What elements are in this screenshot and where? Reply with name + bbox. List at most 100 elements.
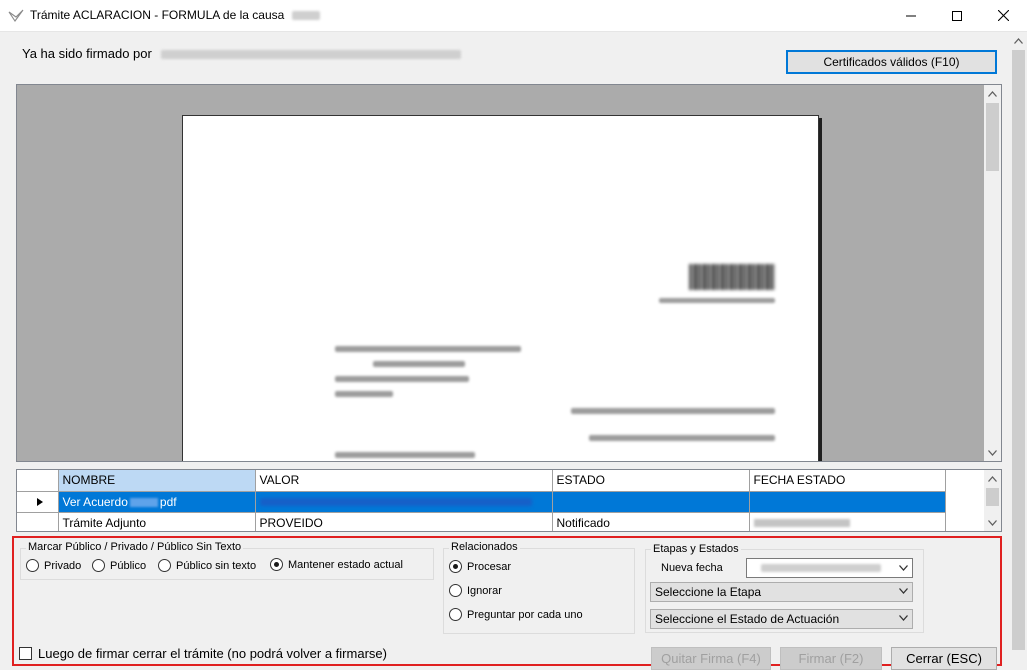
radio-label: Preguntar por cada uno <box>467 608 583 621</box>
table-row[interactable]: Trámite Adjunto PROVEIDO Notificado <box>17 512 946 531</box>
grid-table: NOMBRE VALOR ESTADO FECHA ESTADO Ver Acu… <box>17 470 946 531</box>
document-viewer[interactable] <box>16 84 1002 462</box>
table-row[interactable]: Ver Acuerdo pdf <box>17 491 946 513</box>
minimize-button[interactable] <box>888 0 934 31</box>
checkbox-label: Luego de firmar cerrar el trámite (no po… <box>38 646 387 661</box>
window-scroll-thumb[interactable] <box>1012 50 1025 650</box>
cell-nombre[interactable]: Ver Acuerdo pdf <box>58 491 256 513</box>
radio-indicator <box>26 559 39 572</box>
redacted-signer-name <box>161 50 462 60</box>
scroll-thumb[interactable] <box>986 103 999 171</box>
maximize-icon <box>952 10 962 21</box>
cell-estado[interactable] <box>552 491 750 513</box>
radio-indicator <box>449 584 462 597</box>
redacted-text-line <box>589 435 775 441</box>
redacted-text-line <box>571 408 775 414</box>
sign-button[interactable]: Firmar (F2) <box>780 647 882 670</box>
chevron-down-icon <box>899 615 908 621</box>
maximize-button[interactable] <box>934 0 980 31</box>
new-date-label: Nueva fecha <box>661 562 723 574</box>
stages-group-legend: Etapas y Estados <box>651 543 741 555</box>
close-window-button[interactable] <box>980 0 1026 31</box>
cell-nombre[interactable]: Trámite Adjunto <box>58 512 256 531</box>
redacted-text-line <box>335 391 393 397</box>
close-icon <box>997 10 1009 21</box>
cell-fecha-estado[interactable] <box>749 491 946 513</box>
signed-by-label: Ya ha sido firmado por <box>22 46 152 61</box>
redacted-text-line <box>659 298 775 303</box>
grid-scroll-up-button[interactable] <box>984 470 1001 487</box>
data-grid[interactable]: NOMBRE VALOR ESTADO FECHA ESTADO Ver Acu… <box>16 469 1002 532</box>
close-button[interactable]: Cerrar (ESC) <box>891 647 997 670</box>
grid-scroll-down-button[interactable] <box>984 514 1001 531</box>
close-after-sign-checkbox[interactable]: Luego de firmar cerrar el trámite (no po… <box>19 646 387 661</box>
grid-scroll-thumb[interactable] <box>986 488 999 506</box>
scroll-up-button[interactable] <box>984 85 1001 102</box>
grid-scrollbar[interactable] <box>984 470 1001 531</box>
remove-sign-button[interactable]: Quitar Firma (F4) <box>651 647 771 670</box>
current-row-arrow-icon <box>37 497 43 506</box>
radio-preguntar[interactable]: Preguntar por cada uno <box>449 608 583 621</box>
radio-indicator <box>449 608 462 621</box>
chevron-up-icon <box>988 90 997 97</box>
redacted-text-line <box>335 346 521 352</box>
redacted-case-number <box>291 11 320 21</box>
chevron-down-icon <box>899 588 908 594</box>
scroll-down-button[interactable] <box>984 444 1001 461</box>
row-header[interactable] <box>17 491 59 513</box>
redacted-date <box>753 519 850 528</box>
cell-valor[interactable]: PROVEIDO <box>255 512 553 531</box>
redacted-text-line <box>335 452 475 458</box>
checkbox-indicator <box>19 647 32 660</box>
radio-label: Público <box>110 559 147 572</box>
window-scroll-up-button[interactable] <box>1010 32 1027 49</box>
radio-indicator-selected <box>449 560 462 573</box>
state-select[interactable]: Seleccione el Estado de Actuación <box>650 609 913 629</box>
cell-nombre-ext: pdf <box>159 494 177 509</box>
redacted-text-line <box>335 376 469 382</box>
radio-publico-sin-texto[interactable]: Público sin texto <box>158 559 256 572</box>
chevron-down-icon <box>988 449 997 456</box>
column-header-valor[interactable]: VALOR <box>255 470 553 492</box>
viewer-scrollbar[interactable] <box>984 85 1001 461</box>
app-logo-icon <box>8 9 24 22</box>
column-header-estado[interactable]: ESTADO <box>552 470 750 492</box>
cell-fecha-estado[interactable] <box>749 512 946 531</box>
radio-privado[interactable]: Privado <box>26 559 81 572</box>
radio-procesar[interactable]: Procesar <box>449 560 511 573</box>
cell-valor[interactable] <box>255 491 553 513</box>
radio-ignorar[interactable]: Ignorar <box>449 584 502 597</box>
window-title-text: Trámite ACLARACION - FORMULA de la causa <box>30 8 285 22</box>
redacted-value <box>259 498 532 507</box>
column-header-fecha-estado[interactable]: FECHA ESTADO <box>749 470 946 492</box>
radio-indicator <box>158 559 171 572</box>
redacted-date-value <box>761 564 881 572</box>
related-group-legend: Relacionados <box>449 541 520 553</box>
radio-label: Procesar <box>467 560 512 573</box>
chevron-down-icon <box>899 565 908 571</box>
title-bar: Trámite ACLARACION - FORMULA de la causa <box>0 0 1027 32</box>
window-scrollbar[interactable] <box>1010 32 1027 668</box>
chevron-up-icon <box>1014 37 1023 44</box>
redacted-file-name <box>129 497 158 507</box>
chevron-down-icon <box>988 519 997 526</box>
radio-label: Mantener estado actual <box>288 558 403 571</box>
radio-label: Privado <box>44 559 82 572</box>
certificates-button[interactable]: Certificados válidos (F10) <box>786 50 997 74</box>
radio-indicator-selected <box>270 558 283 571</box>
new-date-picker[interactable] <box>746 558 913 578</box>
radio-indicator <box>92 559 105 572</box>
radio-mantener-estado[interactable]: Mantener estado actual <box>270 558 403 571</box>
column-header-nombre[interactable]: NOMBRE <box>58 470 256 492</box>
chevron-up-icon <box>988 475 997 482</box>
state-select-value: Seleccione el Estado de Actuación <box>655 612 840 626</box>
cell-estado[interactable]: Notificado <box>552 512 750 531</box>
window-title: Trámite ACLARACION - FORMULA de la causa <box>30 8 320 22</box>
row-header[interactable] <box>17 512 59 531</box>
stage-select-value: Seleccione la Etapa <box>655 585 762 599</box>
radio-publico[interactable]: Público <box>92 559 146 572</box>
signed-by-row: Ya ha sido firmado por <box>22 46 462 61</box>
radio-label: Público sin texto <box>176 559 257 572</box>
stage-select[interactable]: Seleccione la Etapa <box>650 582 913 602</box>
grid-header-row: NOMBRE VALOR ESTADO FECHA ESTADO <box>17 470 946 492</box>
